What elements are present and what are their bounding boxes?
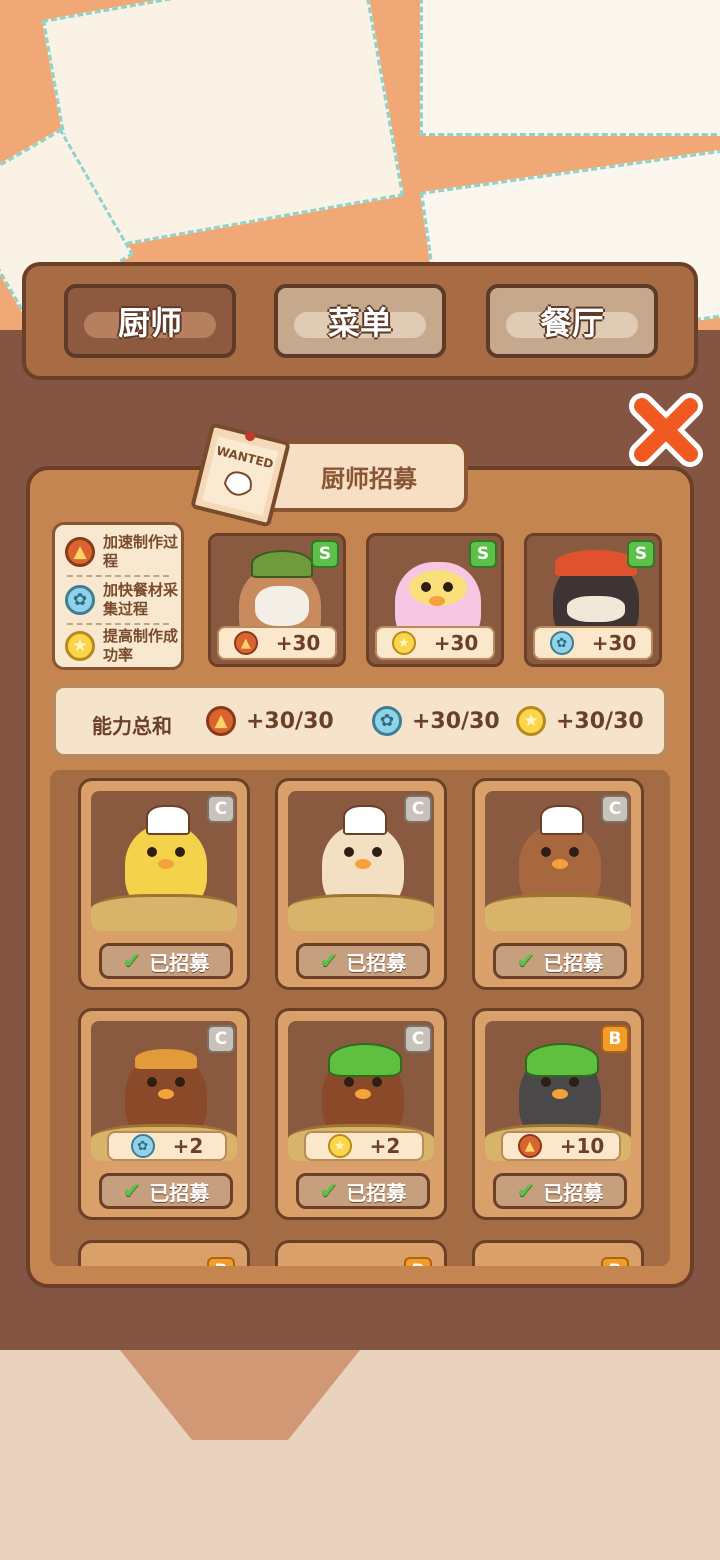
close-icon — [629, 393, 703, 467]
fan-icon: ✿ — [130, 1134, 155, 1158]
chef-card[interactable]: B — [78, 1240, 250, 1266]
fire-icon: ▲ — [233, 631, 258, 655]
legend-item-gather: ✿ 加快餐材采集过程 — [65, 581, 179, 619]
check-icon: ✔ — [319, 1178, 339, 1204]
ability-total-star-value: +30/30 — [556, 708, 644, 734]
rank-badge: C — [404, 1025, 432, 1053]
check-icon: ✔ — [516, 948, 536, 974]
legend-item-success: ★ 提高制作成功率 — [65, 627, 179, 665]
close-button[interactable] — [626, 390, 706, 470]
chef-bonus-value: +2 — [172, 1134, 204, 1158]
chef-card[interactable]: C ✔ 已招募 — [78, 778, 250, 990]
fan-icon: ✿ — [65, 585, 95, 615]
recruited-status-label: 已招募 — [149, 1180, 210, 1205]
ability-legend: ▲ 加速制作过程 ✿ 加快餐材采集过程 ★ 提高制作成功率 — [52, 522, 184, 670]
rank-badge: B — [601, 1257, 629, 1266]
recruited-status-label: 已招募 — [346, 950, 407, 975]
tab-bar: 厨师 菜单 餐厅 — [22, 262, 698, 380]
chef-card[interactable]: C ✔ 已招募 — [472, 778, 644, 990]
rank-badge: B — [207, 1257, 235, 1266]
tab-chefs-label: 厨师 — [117, 304, 182, 342]
legend-item-speed: ▲ 加速制作过程 — [65, 533, 179, 571]
star-icon: ★ — [327, 1134, 352, 1158]
chef-card[interactable]: B — [472, 1240, 644, 1266]
recruited-status-label: 已招募 — [543, 950, 604, 975]
chef-card[interactable]: C ✿ +2 ✔ 已招募 — [78, 1008, 250, 1220]
chef-bonus: ★ +2 — [304, 1131, 424, 1161]
tab-restaurant-label: 餐厅 — [539, 304, 604, 342]
rank-badge: B — [404, 1257, 432, 1266]
ability-total-fire-value: +30/30 — [246, 708, 334, 734]
chef-bonus: ✿ +2 — [107, 1131, 227, 1161]
chef-bonus: ▲ +30 — [217, 626, 337, 660]
ability-total-star: ★ +30/30 — [516, 706, 644, 736]
recruited-status: ✔ 已招募 — [296, 943, 430, 979]
star-icon: ★ — [516, 706, 546, 736]
rank-badge: C — [207, 1025, 235, 1053]
chef-bonus-value: +10 — [559, 1134, 605, 1158]
recruited-status: ✔ 已招募 — [99, 1173, 233, 1209]
tab-menu-label: 菜单 — [327, 304, 392, 342]
recruited-status: ✔ 已招募 — [99, 943, 233, 979]
recruited-status: ✔ 已招募 — [493, 943, 627, 979]
check-icon: ✔ — [319, 948, 339, 974]
rank-badge: C — [207, 795, 235, 823]
chef-bonus: ✿ +30 — [533, 626, 653, 660]
fire-icon: ▲ — [206, 706, 236, 736]
recruited-status: ✔ 已招募 — [296, 1173, 430, 1209]
ability-total-label: 能力总和 — [92, 714, 172, 738]
featured-chef-viking[interactable]: S ▲ +30 — [208, 533, 346, 667]
recruited-status-label: 已招募 — [149, 950, 210, 975]
panel-title-text: 厨师招募 — [321, 464, 417, 493]
fire-icon: ▲ — [65, 537, 95, 567]
rank-badge: S — [311, 540, 339, 568]
tab-restaurant[interactable]: 餐厅 — [486, 284, 658, 358]
featured-chef-pink[interactable]: S ★ +30 — [366, 533, 504, 667]
check-icon: ✔ — [516, 1178, 536, 1204]
star-icon: ★ — [391, 631, 416, 655]
check-icon: ✔ — [122, 1178, 142, 1204]
recruited-status: ✔ 已招募 — [493, 1173, 627, 1209]
chef-card[interactable]: B — [275, 1240, 447, 1266]
ability-total-fire: ▲ +30/30 — [206, 706, 334, 736]
check-icon: ✔ — [122, 948, 142, 974]
recruited-status-label: 已招募 — [346, 1180, 407, 1205]
recruited-status-label: 已招募 — [543, 1180, 604, 1205]
fire-icon: ▲ — [517, 1134, 542, 1158]
ability-total-fan: ✿ +30/30 — [372, 706, 500, 736]
fan-icon: ✿ — [372, 706, 402, 736]
ability-total-fan-value: +30/30 — [412, 708, 500, 734]
chef-bonus: ▲ +10 — [501, 1131, 621, 1161]
tab-menu[interactable]: 菜单 — [274, 284, 446, 358]
chef-card[interactable]: C ★ +2 ✔ 已招募 — [275, 1008, 447, 1220]
rank-badge: C — [404, 795, 432, 823]
star-icon: ★ — [65, 631, 95, 661]
chef-bonus-value: +30 — [591, 631, 637, 655]
legend-gather-label: 加快餐材采集过程 — [103, 581, 179, 618]
rank-badge: S — [627, 540, 655, 568]
rank-badge: S — [469, 540, 497, 568]
chef-bonus-value: +2 — [369, 1134, 401, 1158]
fan-icon: ✿ — [549, 631, 574, 655]
tab-chefs[interactable]: 厨师 — [64, 284, 236, 358]
chef-card[interactable]: C ✔ 已招募 — [275, 778, 447, 990]
chef-grid: C ✔ 已招募 C ✔ 已招募 C ✔ 已招募 C ✿ +2 ✔ 已招募 C ★ +2 ✔ 已… — [50, 770, 670, 1266]
chef-card[interactable]: B ▲ +10 ✔ 已招募 — [472, 1008, 644, 1220]
featured-chef-pirate[interactable]: S ✿ +30 — [524, 533, 662, 667]
chef-bonus-value: +30 — [275, 631, 321, 655]
background-floor — [0, 1350, 720, 1560]
rank-badge: C — [601, 795, 629, 823]
legend-success-label: 提高制作成功率 — [103, 627, 179, 664]
rank-badge: B — [601, 1025, 629, 1053]
legend-speed-label: 加速制作过程 — [103, 533, 179, 570]
chef-bonus-value: +30 — [433, 631, 479, 655]
ability-total-bar: 能力总和 ▲ +30/30 ✿ +30/30 ★ +30/30 — [52, 684, 668, 758]
chef-bonus: ★ +30 — [375, 626, 495, 660]
